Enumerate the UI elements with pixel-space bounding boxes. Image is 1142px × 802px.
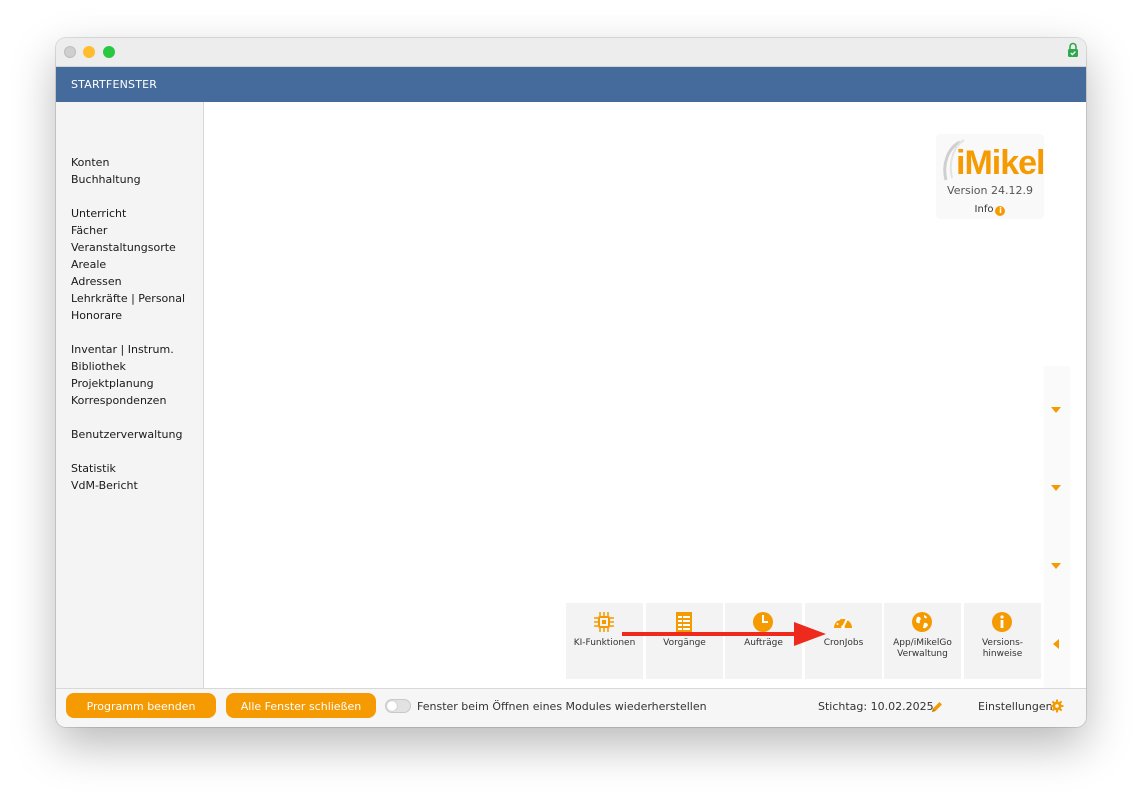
info-label: Info [974,204,994,215]
sidebar-item[interactable]: Bibliothek [71,358,185,375]
sidebar-item[interactable]: Statistik [71,460,185,477]
lock-icon [1068,42,1078,57]
nav-spacer [71,409,185,426]
restore-windows-toggle[interactable] [385,699,411,713]
chip-icon [594,612,614,632]
maximize-window-button[interactable] [103,46,115,58]
settings-link[interactable]: Einstellungen [978,700,1053,713]
nav-spacer [71,324,185,341]
sidebar: Konten Buchhaltung Unterricht Fächer Veranst… [56,102,204,688]
sidebar-nav: Konten Buchhaltung Unterricht Fächer Veranst… [71,154,185,494]
sidebar-item[interactable]: Veranstaltungsorte [71,239,185,256]
info-circle-icon: i [995,206,1006,216]
sidebar-item[interactable]: Konten [71,154,185,171]
sidebar-item[interactable]: Inventar | Instrum. [71,341,185,358]
right-toolbar [1044,366,1070,688]
module-tile-label: App/iMikelGo Verwaltung [893,638,952,659]
imikel-logo: iMikel [943,139,1044,182]
info-link[interactable]: Info i [936,204,1044,216]
sidebar-item[interactable]: Buchhaltung [71,171,185,188]
sidebar-item[interactable]: Lehrkräfte | Personal [71,290,185,307]
gauge-icon [834,616,852,629]
brand-panel: iMikel Version 24.12.9 Info i [936,134,1044,219]
sidebar-item[interactable]: VdM-Bericht [71,477,185,494]
window-header: STARTFENSTER [56,67,1086,102]
title-bar [56,38,1086,67]
expand-arrow-3-icon[interactable] [1051,563,1061,569]
minimize-window-button[interactable] [83,46,95,58]
module-tile[interactable]: App/iMikelGo Verwaltung [884,603,961,679]
nav-spacer [71,443,185,460]
svg-text:iMikel: iMikel [956,144,1044,182]
sidebar-item[interactable]: Unterricht [71,205,185,222]
restore-windows-label: Fenster beim Öffnen eines Modules wieder… [417,700,707,713]
gear-icon[interactable] [1050,699,1064,713]
sidebar-item[interactable]: Projektplanung [71,375,185,392]
module-tile[interactable]: Versions- hinweise [964,603,1041,679]
module-tile-label: Versions- hinweise [981,638,1024,659]
collapse-arrow-icon[interactable] [1053,639,1059,649]
sidebar-item[interactable]: Honorare [71,307,185,324]
annotation-arrow [622,622,826,646]
expand-arrow-2-icon[interactable] [1051,485,1061,491]
sidebar-item[interactable]: Fächer [71,222,185,239]
globe-icon [912,612,932,632]
sidebar-item[interactable]: Adressen [71,273,185,290]
footer-bar: Programm beenden Alle Fenster schließen … [56,688,1086,727]
quit-program-button[interactable]: Programm beenden [66,693,216,718]
info-icon [992,612,1012,632]
close-window-button[interactable] [64,46,76,58]
app-window: STARTFENSTER Konten Buchhaltung Unterricht… [56,38,1086,727]
main-content: iMikel Version 24.12.9 Info i KI-Funktion… [204,102,1086,688]
sidebar-item[interactable]: Benutzerverwaltung [71,426,185,443]
toggle-knob [387,701,397,711]
expand-arrow-1-icon[interactable] [1051,407,1061,413]
sidebar-item[interactable]: Korrespondenzen [71,392,185,409]
version-label: Version 24.12.9 [947,184,1033,197]
nav-spacer [71,188,185,205]
close-all-windows-button[interactable]: Alle Fenster schließen [226,693,376,718]
sidebar-item[interactable]: Areale [71,256,185,273]
edit-pencil-icon[interactable] [930,700,944,714]
reference-date: Stichtag: 10.02.2025 [818,700,934,713]
